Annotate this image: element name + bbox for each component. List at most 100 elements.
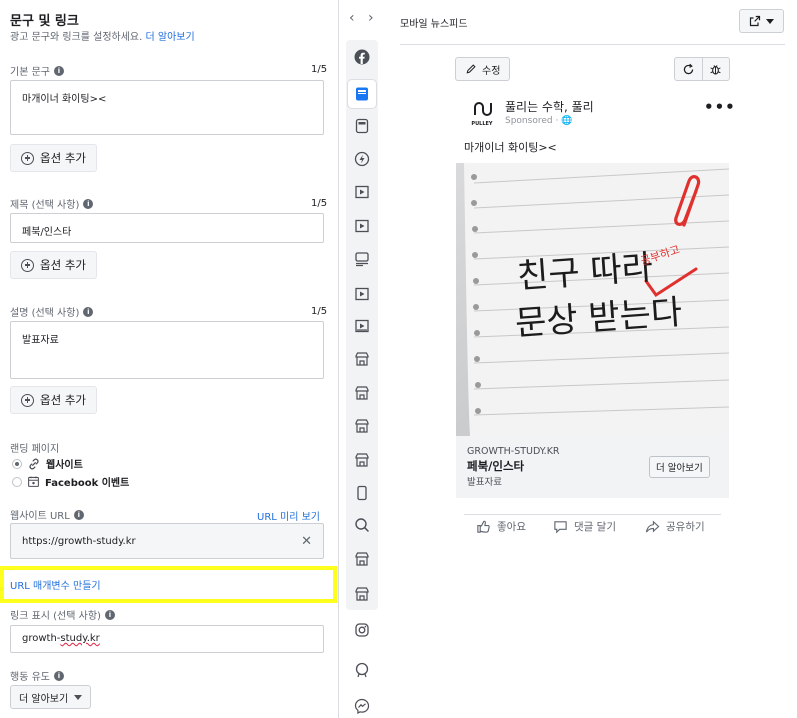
preview-header-divider [400,44,785,45]
globe-icon: 🌐 [561,116,573,126]
info-icon[interactable]: i [73,509,84,520]
section-title: 문구 및 링크 [10,14,79,29]
cta-select[interactable]: 더 알아보기 [10,685,92,709]
primary-text-label: 기본 문구 i [10,63,64,78]
preview-tools [674,57,730,81]
store-2-icon[interactable] [352,584,372,604]
page-name[interactable]: 풀리는 수학, 풀리 [505,98,594,115]
subtitle-text: 광고 문구와 링크를 설정하세요. [10,32,143,43]
add-option-label: 옵션 추가 [40,151,86,165]
add-option-button[interactable]: 옵션 추가 [10,386,97,414]
share-arrow-icon [645,520,660,533]
cta-button[interactable]: 더 알아보기 [649,456,710,478]
share-button[interactable]: 공유하기 [645,519,705,534]
sponsored-text: Sponsored · [505,116,562,126]
pulley-logo-icon [474,102,492,116]
info-icon[interactable]: i [83,306,94,317]
marketplace-icon[interactable] [352,249,372,269]
messenger-icon[interactable] [352,696,372,716]
link-preview-box[interactable]: GROWTH-STUDY.KR 페북/인스타 발표자료 더 알아보기 [456,436,729,498]
instant-articles-icon[interactable] [352,149,372,169]
landing-page-label: 랜딩 페이지 [10,444,60,455]
link-domain: GROWTH-STUDY.KR [467,446,560,457]
external-link-icon [749,15,761,27]
headline-label-text: 제목 (선택 사항) [10,200,80,211]
description-label: 설명 (선택 사항) i [10,304,94,319]
like-button[interactable]: 좋아요 [476,519,526,534]
messenger-stories-icon[interactable] [352,383,372,403]
search-icon[interactable] [352,515,372,535]
preview-placement-title: 모바일 뉴스피드 [400,19,468,30]
info-icon[interactable]: i [53,65,64,76]
primary-text-label-text: 기본 문구 [10,67,50,78]
thumbs-up-icon [477,520,490,533]
radio-selected[interactable] [12,458,22,469]
video-icon[interactable] [352,182,372,202]
primary-text-input[interactable]: 마개이너 화이팅>< [10,80,324,135]
post-primary-text: 마개이너 화이팅>< [464,141,557,154]
edit-button[interactable]: 수정 [455,57,511,81]
video-feed-icon[interactable] [352,284,372,304]
plus-circle-icon [21,151,34,165]
more-options-icon[interactable]: ••• [704,98,736,116]
audience-network-icon[interactable] [352,416,372,436]
chevron-left-icon[interactable]: ‹ [349,10,355,26]
display-link-suffix: study.kr [60,633,100,644]
share-preview-button[interactable] [739,9,784,33]
radio-unselected[interactable] [12,476,22,487]
page-avatar[interactable]: PULLEY [467,100,497,127]
bug-icon[interactable] [701,58,730,80]
refresh-icon[interactable] [675,58,702,80]
display-link-label: 링크 표시 (선택 사항) i [10,607,115,622]
website-url-input[interactable]: https://growth-study.kr ✕ [10,523,324,559]
link-description: 발표자료 [467,477,502,488]
in-stream-video-icon[interactable] [352,216,372,236]
landing-option-website[interactable]: 웹사이트 [12,456,83,471]
cta-label-text: 행동 유도 [10,672,50,683]
sponsored-label: Sponsored · 🌐 [505,116,572,126]
add-option-button[interactable]: 옵션 추가 [10,144,97,172]
display-link-input[interactable]: growth-study.kr [10,625,324,653]
caret-down-icon [766,18,774,24]
info-icon[interactable]: i [104,609,115,620]
add-option-label: 옵션 추가 [40,258,86,272]
link-headline: 페북/인스타 [467,459,525,473]
headline-input[interactable]: 페북/인스타 [10,213,324,243]
headline-label: 제목 (선택 사항) i [10,196,94,211]
instagram-icon[interactable] [352,620,372,640]
stories-icon[interactable] [352,116,372,136]
edit-label: 수정 [482,65,501,77]
learn-more-link[interactable]: 더 알아보기 [146,32,195,43]
landing-option-event[interactable]: Facebook 이벤트 [12,474,129,489]
phone-icon[interactable] [352,483,372,503]
comment-button[interactable]: 댓글 달기 [553,519,616,534]
comment-icon [554,521,567,534]
instagram-explore-icon[interactable] [352,660,372,680]
plus-circle-icon [21,393,34,407]
add-option-button[interactable]: 옵션 추가 [10,251,97,279]
url-preview-link[interactable]: URL 미리 보기 [257,508,320,523]
logo-text: PULLEY [471,121,493,127]
description-input[interactable]: 발표자료 [10,321,324,379]
chevron-right-icon[interactable]: › [368,10,374,26]
info-icon[interactable]: i [53,670,64,681]
store-icon[interactable] [352,549,372,569]
link-icon [29,458,39,469]
ad-creative-image[interactable]: 친구 따라 문상 받는다 공부하고 [456,163,729,436]
facebook-icon[interactable] [352,47,372,67]
calendar-icon [28,476,39,487]
url-params-link[interactable]: URL 매개변수 만들기 [0,566,337,603]
messenger-inbox-icon[interactable] [352,349,372,369]
feed-icon[interactable] [352,84,372,104]
description-count: 1/5 [311,306,328,317]
description-label-text: 설명 (선택 사항) [10,308,80,319]
search-results-icon[interactable] [352,316,372,336]
audience-network-2-icon[interactable] [352,450,372,470]
event-option-label: Facebook 이벤트 [45,478,130,489]
cta-label: 행동 유도 i [10,668,64,683]
display-link-prefix: growth- [22,633,61,644]
clear-icon[interactable]: ✕ [301,534,312,549]
website-url-label: 웹사이트 URL i [10,507,84,522]
headline-count: 1/5 [311,198,328,209]
info-icon[interactable]: i [83,198,94,209]
